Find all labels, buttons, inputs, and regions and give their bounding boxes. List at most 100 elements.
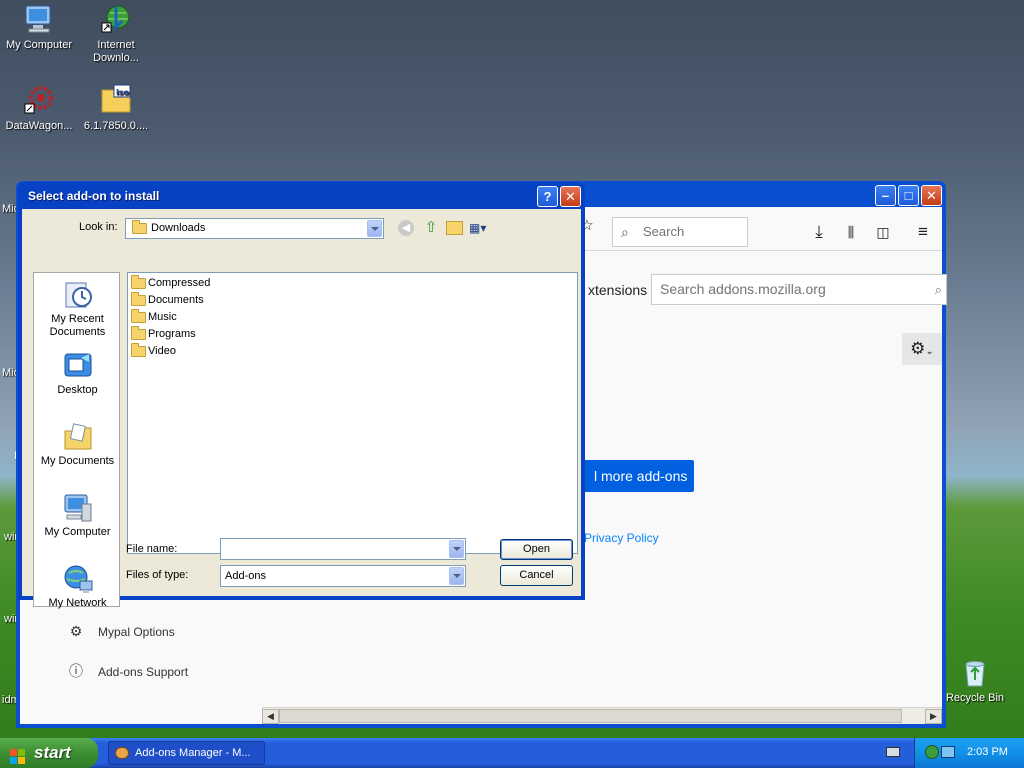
maximize-button[interactable]: □: [898, 185, 919, 206]
network-globe-icon: [62, 563, 94, 595]
keyboard-icon[interactable]: [886, 747, 900, 757]
up-folder-icon[interactable]: ⇧: [422, 219, 440, 237]
look-in-value: Downloads: [151, 222, 206, 234]
folder-icon: [131, 326, 146, 340]
files-of-type-value: Add-ons: [225, 570, 266, 582]
addons-support-item[interactable]: ⓘ Add-ons Support: [68, 661, 188, 681]
taskbar-item-addons-manager[interactable]: Add-ons Manager - M...: [108, 741, 265, 765]
help-button[interactable]: ?: [537, 186, 558, 207]
desktop-icon-label: Recycle Bin: [945, 692, 1005, 704]
chevron-down-icon[interactable]: [449, 540, 464, 558]
scroll-left-button[interactable]: ◀: [262, 709, 279, 724]
dialog-body: Look in: Downloads ◀ ⇧ ▦▾ My Recent Docu…: [22, 209, 581, 609]
windows-logo-icon: [10, 745, 26, 764]
folder-name: Music: [148, 311, 177, 323]
desktop-icon-label: My Computer: [5, 39, 73, 51]
computer-icon: [23, 3, 55, 35]
recent-documents-icon: [62, 279, 94, 311]
chevron-down-icon[interactable]: [449, 567, 464, 585]
search-icon: ⌕: [621, 224, 629, 240]
system-tray: 2:03 PM: [914, 738, 1024, 768]
desktop-icon-label: 6.1.7850.0....: [83, 120, 149, 132]
place-my-recent-documents[interactable]: My Recent Documents: [34, 279, 121, 339]
chevron-down-icon[interactable]: [367, 220, 382, 237]
library-icon[interactable]: ⫼: [840, 221, 862, 243]
desktop-icon-iso-file[interactable]: iso 6.1.7850.0....: [77, 84, 155, 133]
start-label: start: [34, 743, 71, 762]
scroll-right-button[interactable]: ▶: [925, 709, 942, 724]
desktop-icon-my-computer[interactable]: My Computer: [0, 3, 78, 52]
desktop-icon-label: Internet Downlo...: [93, 39, 139, 64]
look-in-select[interactable]: Downloads: [125, 218, 384, 239]
start-button[interactable]: start: [0, 738, 98, 768]
list-item-folder[interactable]: Music: [131, 309, 177, 325]
desktop-icon: [62, 350, 94, 382]
list-item-folder[interactable]: Documents: [131, 292, 204, 308]
close-button[interactable]: ✕: [560, 186, 581, 207]
scrollbar-thumb[interactable]: [279, 709, 902, 723]
cancel-button[interactable]: Cancel: [500, 565, 573, 586]
svg-text:iso: iso: [116, 88, 130, 97]
downloads-icon[interactable]: ⤓: [808, 221, 830, 243]
place-my-network[interactable]: My Network: [34, 563, 121, 609]
folder-icon: [131, 343, 146, 357]
place-label: Desktop: [57, 384, 98, 396]
minimize-button[interactable]: –: [875, 185, 896, 206]
file-name-input[interactable]: [220, 538, 466, 560]
folder-icon: [132, 220, 147, 234]
view-menu-icon[interactable]: ▦▾: [469, 220, 493, 236]
folder-name: Compressed: [148, 277, 211, 289]
computer-icon: [62, 492, 94, 524]
taskbar: start Add-ons Manager - M... 2:03 PM: [0, 738, 1024, 768]
addons-search-input[interactable]: Search addons.mozilla.org ⌕: [651, 274, 947, 305]
sidebar-icon[interactable]: ◫: [872, 221, 894, 243]
search-input[interactable]: ⌕ Search: [612, 217, 748, 247]
place-label: My Documents: [40, 455, 115, 467]
list-item-folder[interactable]: Programs: [131, 326, 196, 342]
my-documents-icon: [62, 421, 94, 453]
folder-icon: [131, 275, 146, 289]
back-icon[interactable]: ◀: [398, 220, 414, 236]
close-button[interactable]: ✕: [921, 185, 942, 206]
horizontal-scrollbar[interactable]: ◀ ▶: [262, 707, 942, 724]
list-item-folder[interactable]: Compressed: [131, 275, 210, 291]
place-label: My Network: [48, 597, 107, 609]
list-item-folder[interactable]: Video: [131, 343, 176, 359]
file-list[interactable]: Compressed Documents Music Programs Vide…: [127, 272, 578, 554]
privacy-policy-link[interactable]: Privacy Policy: [584, 531, 659, 545]
folder-name: Programs: [148, 328, 196, 340]
files-of-type-select[interactable]: Add-ons: [220, 565, 466, 587]
addons-search-placeholder: Search addons.mozilla.org: [660, 281, 826, 297]
open-button[interactable]: Open: [500, 539, 573, 560]
clock[interactable]: 2:03 PM: [967, 746, 1008, 758]
place-desktop[interactable]: Desktop: [34, 350, 121, 396]
help-icon: ⓘ: [69, 663, 83, 679]
chevron-down-icon: ⌄: [925, 346, 934, 357]
folder-name: Documents: [148, 294, 204, 306]
datawagon-icon: [23, 84, 55, 116]
network-globe-icon[interactable]: [925, 745, 939, 759]
place-my-documents[interactable]: My Documents: [34, 421, 121, 467]
section-label: xtensions: [588, 282, 648, 298]
folder-name: Video: [148, 345, 176, 357]
find-more-addons-button[interactable]: l more add-ons: [580, 460, 694, 492]
gear-icon: ⚙: [69, 623, 83, 639]
place-my-computer[interactable]: My Computer: [34, 492, 121, 538]
taskbar-item-label: Add-ons Manager - M...: [135, 747, 251, 759]
menu-icon[interactable]: ≡: [912, 221, 934, 243]
desktop-icon-internet-download-manager[interactable]: Internet Downlo...: [77, 3, 155, 65]
network-icon[interactable]: [941, 746, 955, 758]
file-name-label: File name:: [126, 543, 178, 555]
new-folder-icon[interactable]: [446, 221, 463, 235]
dialog-title: Select add-on to install: [28, 189, 160, 203]
tools-gear-button[interactable]: ⚙⌄: [902, 333, 942, 365]
desktop-icon-datawagon[interactable]: DataWagon...: [0, 84, 78, 133]
mypal-options-label: Mypal Options: [98, 625, 175, 639]
mypal-icon: [115, 747, 129, 759]
mypal-options-item[interactable]: ⚙ Mypal Options: [68, 623, 175, 640]
look-in-label: Look in:: [79, 221, 118, 233]
desktop-icon-label: DataWagon...: [5, 120, 73, 132]
desktop-icon-recycle-bin[interactable]: Recycle Bin: [936, 656, 1014, 705]
select-addon-dialog: Select add-on to install ? ✕ Look in: Do…: [18, 182, 585, 609]
place-label: My Computer: [44, 526, 111, 538]
